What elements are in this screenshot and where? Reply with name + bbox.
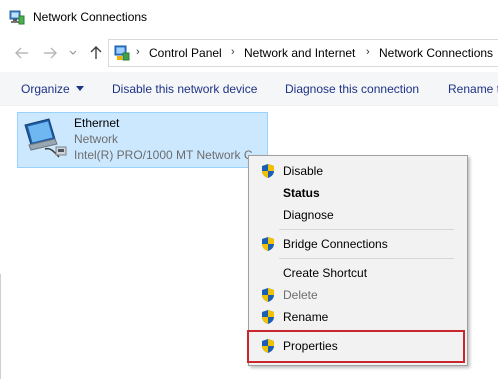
properties-highlight-box — [247, 330, 465, 363]
breadcrumb-separator[interactable]: › — [366, 46, 370, 58]
organize-label: Organize — [21, 82, 70, 96]
breadcrumb-network-connections[interactable]: Network Connections — [379, 46, 493, 60]
breadcrumb-control-panel[interactable]: Control Panel — [149, 46, 222, 60]
connection-name: Ethernet — [74, 116, 120, 130]
navigation-bar: › Control Panel › Network and Internet ›… — [0, 34, 498, 72]
ethernet-adapter-icon — [21, 117, 69, 161]
organize-button[interactable]: Organize — [21, 82, 84, 96]
window-title: Network Connections — [33, 10, 148, 24]
rename-connection-button[interactable]: Rename t — [448, 82, 498, 96]
menu-item-rename[interactable]: Rename — [249, 306, 467, 328]
menu-item-create-shortcut[interactable]: Create Shortcut — [249, 262, 467, 284]
breadcrumb-separator[interactable]: › — [136, 46, 140, 58]
network-connections-window: Network Connections › Control Panel › Ne… — [0, 0, 498, 379]
recent-locations-chevron-icon[interactable] — [66, 44, 80, 62]
uac-shield-icon — [260, 287, 276, 303]
control-panel-icon — [114, 45, 130, 61]
connection-device: Intel(R) PRO/1000 MT Network C... — [74, 148, 263, 162]
menu-item-disable[interactable]: Disable — [249, 160, 467, 182]
menu-item-label: Create Shortcut — [283, 266, 368, 280]
menu-item-diagnose[interactable]: Diagnose — [249, 204, 467, 226]
connection-status: Network — [74, 132, 119, 146]
uac-shield-icon — [260, 309, 276, 325]
up-arrow-icon[interactable] — [86, 44, 106, 62]
menu-item-delete[interactable]: Delete — [249, 284, 467, 306]
menu-item-bridge-connections[interactable]: Bridge Connections — [249, 233, 467, 255]
back-arrow-icon[interactable] — [12, 44, 32, 62]
menu-item-label: Diagnose — [283, 208, 334, 222]
diagnose-connection-button[interactable]: Diagnose this connection — [285, 82, 419, 96]
menu-separator — [279, 229, 454, 230]
menu-item-label: Bridge Connections — [283, 237, 388, 251]
command-bar: Organize Disable this network device Dia… — [0, 72, 498, 106]
menu-item-label: Disable — [283, 164, 324, 178]
disable-network-device-button[interactable]: Disable this network device — [112, 82, 257, 96]
menu-item-status[interactable]: Status — [249, 182, 467, 204]
network-connections-icon — [9, 9, 25, 25]
menu-item-label: Delete — [283, 288, 318, 302]
breadcrumb-separator[interactable]: › — [231, 46, 235, 58]
title-bar: Network Connections — [0, 0, 498, 34]
uac-shield-icon — [260, 236, 276, 252]
uac-shield-icon — [260, 163, 276, 179]
address-bar[interactable]: › Control Panel › Network and Internet ›… — [108, 39, 498, 67]
chevron-down-icon — [75, 86, 84, 91]
breadcrumb-network-and-internet[interactable]: Network and Internet — [244, 46, 355, 60]
menu-separator — [279, 258, 454, 259]
ethernet-connection-item[interactable]: Ethernet Network Intel(R) PRO/1000 MT Ne… — [17, 112, 268, 168]
forward-arrow-icon[interactable] — [40, 44, 60, 62]
menu-item-label: Status — [283, 186, 320, 200]
pane-divider — [0, 274, 1, 379]
menu-item-label: Rename — [283, 310, 329, 324]
